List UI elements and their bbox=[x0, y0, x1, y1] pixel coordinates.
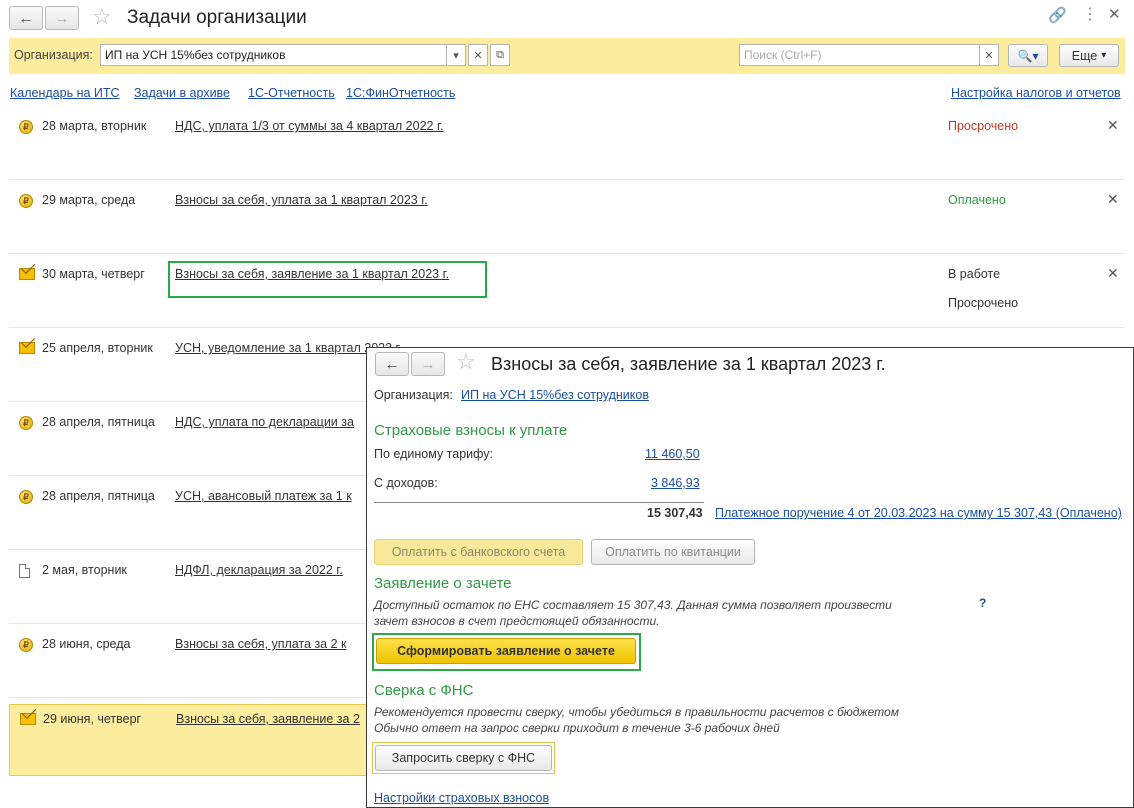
back-button[interactable]: ← bbox=[9, 6, 43, 30]
archive-link[interactable]: Задачи в архиве bbox=[134, 86, 230, 100]
task-status: Просрочено bbox=[948, 119, 1019, 133]
toolbar: Организация: ИП на УСН 15%без сотруднико… bbox=[9, 38, 1125, 74]
task-date: 28 апреля, пятница bbox=[42, 489, 155, 503]
reporting-link[interactable]: 1С-Отчетность bbox=[248, 86, 335, 100]
task-link[interactable]: УСН, авансовый платеж за 1 к bbox=[175, 489, 352, 503]
tariff-value-link[interactable]: 11 460,50 bbox=[645, 447, 700, 461]
tariff-label: По единому тарифу: bbox=[374, 447, 494, 461]
recon-heading: Сверка с ФНС bbox=[374, 682, 474, 699]
coin-icon: ₽ bbox=[19, 490, 33, 504]
tax-settings-link[interactable]: Настройка налогов и отчетов bbox=[951, 86, 1121, 100]
task-row[interactable]: ₽ 28 марта, вторник НДС, уплата 1/3 от с… bbox=[9, 112, 1125, 180]
popup-back-button[interactable]: ← bbox=[375, 352, 409, 376]
task-popup-window: ← → ☆ Взносы за себя, заявление за 1 ква… bbox=[366, 347, 1134, 808]
org-label: Организация: bbox=[14, 48, 93, 62]
coin-icon: ₽ bbox=[19, 120, 33, 134]
org-open-button[interactable]: ⧉ bbox=[490, 44, 510, 66]
search-input[interactable]: Поиск (Ctrl+F) bbox=[739, 44, 981, 66]
fin-reporting-link[interactable]: 1С:ФинОтчетность bbox=[346, 86, 455, 100]
contrib-settings-link[interactable]: Настройки страховых взносов bbox=[374, 791, 549, 805]
close-icon[interactable]: ✕ bbox=[1107, 265, 1119, 282]
payment-order-link[interactable]: Платежное поручение 4 от 20.03.2023 на с… bbox=[715, 506, 1122, 520]
task-date: 25 апреля, вторник bbox=[42, 341, 153, 355]
pay-receipt-button[interactable]: Оплатить по квитанции bbox=[591, 539, 755, 565]
more-button[interactable]: Еще ▾ bbox=[1059, 44, 1119, 67]
arrow-left-icon: ← bbox=[18, 9, 34, 27]
clear-icon: ✕ bbox=[984, 49, 994, 62]
task-link[interactable]: Взносы за себя, уплата за 2 к bbox=[175, 637, 347, 651]
task-link[interactable]: НДС, уплата по декларации за bbox=[175, 415, 354, 429]
coin-icon: ₽ bbox=[19, 416, 33, 430]
total-divider bbox=[374, 502, 704, 503]
chevron-down-icon: ▾ bbox=[1101, 50, 1107, 61]
arrow-right-icon: → bbox=[420, 355, 436, 373]
close-icon[interactable]: ✕ bbox=[1107, 117, 1119, 134]
link-icon[interactable]: 🔗 bbox=[1048, 6, 1067, 24]
offset-text-1: Доступный остаток по ЕНС составляет 15 3… bbox=[374, 598, 892, 612]
task-date: 30 марта, четверг bbox=[42, 267, 145, 281]
recon-text-1: Рекомендуется провести сверку, чтобы убе… bbox=[374, 705, 899, 719]
task-link[interactable]: НДС, уплата 1/3 от суммы за 4 квартал 20… bbox=[175, 119, 443, 133]
task-status: В работе bbox=[948, 267, 1001, 281]
task-date: 29 марта, среда bbox=[42, 193, 136, 207]
triangle-down-icon: ▾ bbox=[453, 49, 459, 62]
pay-bank-button[interactable]: Оплатить с банковского счета bbox=[374, 539, 583, 565]
coin-icon: ₽ bbox=[19, 638, 33, 652]
envelope-icon bbox=[19, 268, 35, 280]
highlight-frame bbox=[168, 261, 487, 298]
task-date: 28 июня, среда bbox=[42, 637, 131, 651]
envelope-icon bbox=[20, 713, 36, 725]
help-icon[interactable]: ? bbox=[979, 596, 986, 610]
calendar-link[interactable]: Календарь на ИТС bbox=[10, 86, 120, 100]
total-value: 15 307,43 bbox=[647, 506, 703, 520]
open-icon: ⧉ bbox=[496, 48, 504, 61]
task-status: Оплачено bbox=[948, 193, 1006, 207]
popup-title: Взносы за себя, заявление за 1 квартал 2… bbox=[491, 354, 886, 374]
task-status-secondary: Просрочено bbox=[948, 296, 1019, 310]
task-date: 28 апреля, пятница bbox=[42, 415, 155, 429]
close-window-icon[interactable]: ✕ bbox=[1108, 5, 1121, 23]
favorite-star-icon[interactable]: ☆ bbox=[92, 4, 112, 30]
arrow-right-icon: → bbox=[54, 9, 70, 27]
search-clear-button[interactable]: ✕ bbox=[979, 44, 999, 66]
task-link[interactable]: Взносы за себя, заявление за 2 bbox=[176, 712, 360, 726]
org-dropdown-button[interactable]: ▾ bbox=[446, 44, 466, 66]
org-clear-button[interactable]: ✕ bbox=[468, 44, 488, 66]
envelope-icon bbox=[19, 342, 35, 354]
task-link[interactable]: Взносы за себя, уплата за 1 квартал 2023… bbox=[175, 193, 428, 207]
offset-heading: Заявление о зачете bbox=[374, 575, 512, 592]
popup-org-link[interactable]: ИП на УСН 15%без сотрудников bbox=[461, 388, 649, 402]
close-icon[interactable]: ✕ bbox=[1107, 191, 1119, 208]
popup-forward-button[interactable]: → bbox=[411, 352, 445, 376]
income-label: С доходов: bbox=[374, 476, 438, 490]
task-date: 29 июня, четверг bbox=[43, 712, 142, 726]
task-date: 2 мая, вторник bbox=[42, 563, 127, 577]
popup-org-label: Организация: bbox=[374, 388, 453, 402]
favorite-star-icon[interactable]: ☆ bbox=[456, 349, 476, 375]
contrib-heading: Страховые взносы к уплате bbox=[374, 422, 568, 439]
org-field[interactable]: ИП на УСН 15%без сотрудников bbox=[100, 44, 448, 66]
document-icon bbox=[19, 564, 30, 578]
forward-button[interactable]: → bbox=[45, 6, 79, 30]
more-vertical-icon[interactable]: ⋮ bbox=[1082, 4, 1098, 24]
arrow-left-icon: ← bbox=[384, 355, 400, 373]
create-offset-button[interactable]: Сформировать заявление о зачете bbox=[376, 638, 636, 664]
task-date: 28 марта, вторник bbox=[42, 119, 147, 133]
coin-icon: ₽ bbox=[19, 194, 33, 208]
search-button[interactable]: 🔍▾ bbox=[1008, 44, 1048, 67]
clear-icon: ✕ bbox=[473, 49, 483, 62]
task-row[interactable]: ₽ 29 марта, среда Взносы за себя, уплата… bbox=[9, 186, 1125, 254]
recon-text-2: Обычно ответ на запрос сверки приходит в… bbox=[374, 721, 780, 735]
income-value-link[interactable]: 3 846,93 bbox=[651, 476, 700, 490]
offset-text-2: зачет взносов в счет предстоящей обязанн… bbox=[374, 614, 660, 628]
more-label: Еще bbox=[1071, 48, 1098, 63]
search-icon: 🔍▾ bbox=[1017, 48, 1039, 63]
request-recon-button[interactable]: Запросить сверку с ФНС bbox=[375, 745, 552, 771]
task-link[interactable]: НДФЛ, декларация за 2022 г. bbox=[175, 563, 343, 577]
window-title: Задачи организации bbox=[127, 7, 307, 28]
